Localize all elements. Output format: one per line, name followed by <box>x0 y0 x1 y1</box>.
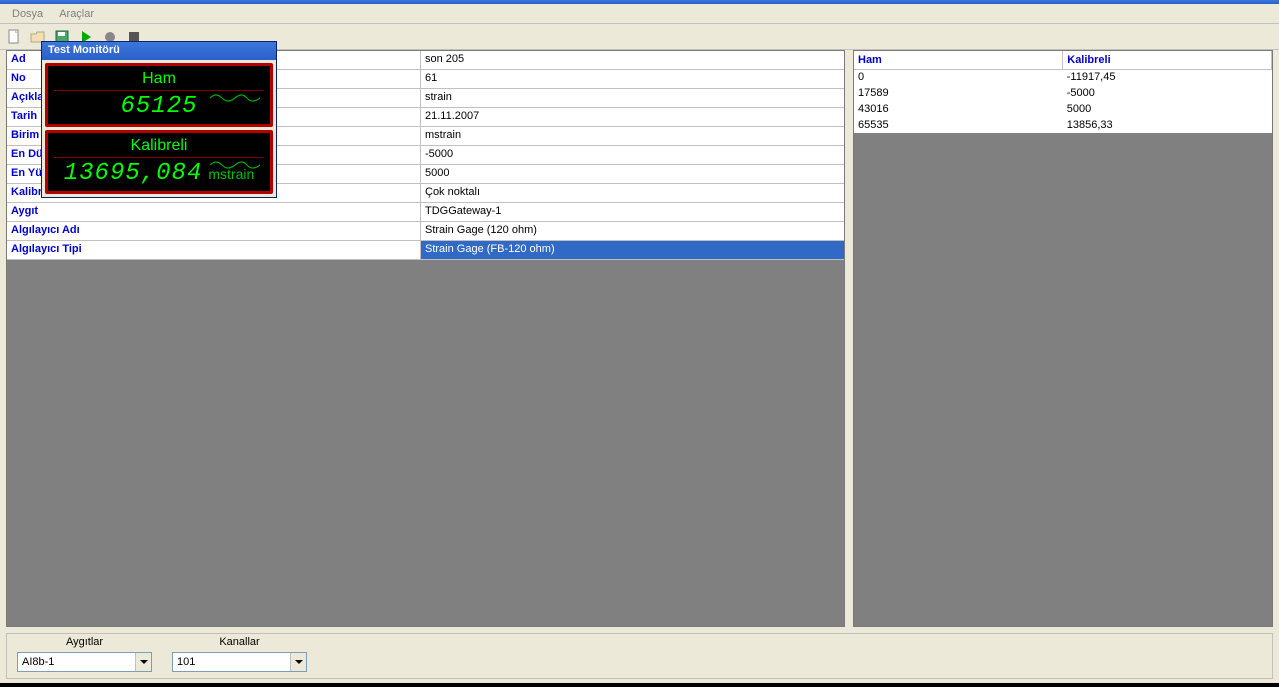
test-monitor-window[interactable]: Test Monitörü Ham 65125 Kalibreli 13695,… <box>41 41 277 198</box>
property-label: Algılayıcı Tipi <box>7 241 421 259</box>
cell-kalibreli[interactable]: 13856,33 <box>1063 117 1272 133</box>
chevron-down-icon[interactable] <box>135 653 151 671</box>
table-row[interactable]: 6553513856,33 <box>854 117 1272 133</box>
property-value[interactable]: Çok noktalı <box>421 184 844 202</box>
property-row[interactable]: AygıtTDGGateway-1 <box>7 203 844 222</box>
lcd-kalibreli-value: 13695,084 <box>64 160 203 187</box>
document-icon <box>6 29 22 45</box>
property-label: Algılayıcı Adı <box>7 222 421 240</box>
property-value[interactable]: 5000 <box>421 165 844 183</box>
cell-kalibreli[interactable]: 5000 <box>1063 101 1272 117</box>
property-row[interactable]: Algılayıcı TipiStrain Gage (FB-120 ohm) <box>7 241 844 260</box>
data-panel: Ham Kalibreli 0-11917,4517589-5000430165… <box>853 50 1273 627</box>
test-monitor-body: Ham 65125 Kalibreli 13695,084 mstrain <box>42 60 276 197</box>
property-value[interactable]: 61 <box>421 70 844 88</box>
channels-combobox[interactable] <box>172 652 307 672</box>
table-row[interactable]: 430165000 <box>854 101 1272 117</box>
cell-kalibreli[interactable]: -11917,45 <box>1063 69 1272 85</box>
cell-ham[interactable]: 17589 <box>854 85 1063 101</box>
bottom-bar: Aygıtlar Kanallar <box>6 633 1273 679</box>
channels-label: Kanallar <box>172 636 307 650</box>
test-monitor-title[interactable]: Test Monitörü <box>42 42 276 60</box>
lcd-ham: Ham 65125 <box>45 63 273 127</box>
property-value[interactable]: son 205 <box>421 51 844 69</box>
property-value[interactable]: 21.11.2007 <box>421 108 844 126</box>
lcd-kalibreli: Kalibreli 13695,084 mstrain <box>45 130 273 194</box>
property-value[interactable]: Strain Gage (120 ohm) <box>421 222 844 240</box>
channels-input[interactable] <box>173 653 290 671</box>
lcd-kalibreli-label: Kalibreli <box>54 137 264 158</box>
col-ham-header[interactable]: Ham <box>854 51 1063 69</box>
lcd-ham-value: 65125 <box>120 93 197 120</box>
calibration-table[interactable]: Ham Kalibreli 0-11917,4517589-5000430165… <box>854 51 1272 133</box>
cell-ham[interactable]: 65535 <box>854 117 1063 133</box>
table-row[interactable]: 17589-5000 <box>854 85 1272 101</box>
property-value[interactable]: -5000 <box>421 146 844 164</box>
property-value[interactable]: strain <box>421 89 844 107</box>
lcd-kalibreli-unit: mstrain <box>208 166 254 182</box>
taskbar <box>0 683 1279 687</box>
property-value[interactable]: TDGGateway-1 <box>421 203 844 221</box>
cell-kalibreli[interactable]: -5000 <box>1063 85 1272 101</box>
channels-control: Kanallar <box>172 636 307 672</box>
property-row[interactable]: Algılayıcı AdıStrain Gage (120 ohm) <box>7 222 844 241</box>
devices-combobox[interactable] <box>17 652 152 672</box>
devices-input[interactable] <box>18 653 135 671</box>
devices-label: Aygıtlar <box>17 636 152 650</box>
menu-tools[interactable]: Araçlar <box>51 6 102 22</box>
menu-file[interactable]: Dosya <box>4 6 51 22</box>
property-value[interactable]: mstrain <box>421 127 844 145</box>
devices-control: Aygıtlar <box>17 636 152 672</box>
col-kalibreli-header[interactable]: Kalibreli <box>1063 51 1272 69</box>
cell-ham[interactable]: 43016 <box>854 101 1063 117</box>
table-row[interactable]: 0-11917,45 <box>854 69 1272 85</box>
new-button[interactable] <box>4 27 24 47</box>
property-label: Aygıt <box>7 203 421 221</box>
cell-ham[interactable]: 0 <box>854 69 1063 85</box>
lcd-ham-label: Ham <box>54 70 264 91</box>
menubar: Dosya Araçlar <box>0 4 1279 24</box>
chevron-down-icon[interactable] <box>290 653 306 671</box>
property-value[interactable]: Strain Gage (FB-120 ohm) <box>421 241 844 259</box>
